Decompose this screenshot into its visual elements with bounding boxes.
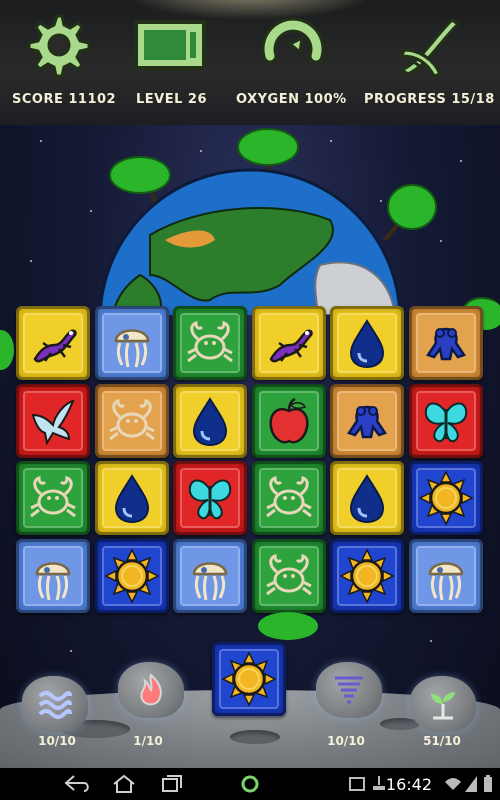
powerup-water-count: 10/10 bbox=[38, 734, 76, 748]
sun-icon bbox=[418, 470, 474, 526]
app-indicator-icon bbox=[241, 775, 259, 793]
battery-status-icon bbox=[484, 775, 492, 792]
back-icon[interactable] bbox=[62, 774, 92, 794]
fire-icon bbox=[140, 673, 162, 706]
jellyfish-icon bbox=[428, 562, 464, 601]
sun-icon bbox=[221, 651, 277, 707]
lizard-icon bbox=[269, 329, 313, 363]
board-tile[interactable] bbox=[330, 539, 404, 613]
bush-bottom bbox=[258, 612, 318, 640]
board-tile[interactable] bbox=[16, 539, 90, 613]
board-tile[interactable] bbox=[95, 539, 169, 613]
next-tile[interactable] bbox=[212, 642, 286, 716]
jellyfish-icon bbox=[192, 562, 228, 601]
water-drop-icon bbox=[114, 474, 150, 524]
board-tile[interactable] bbox=[252, 306, 326, 380]
dna-icon[interactable] bbox=[392, 10, 462, 80]
board-tile[interactable] bbox=[252, 384, 326, 458]
powerup-fire-count: 1/10 bbox=[133, 734, 163, 748]
jellyfish-icon bbox=[35, 562, 71, 601]
wave-icon bbox=[38, 691, 72, 719]
board-tile[interactable] bbox=[173, 306, 247, 380]
lizard-icon bbox=[33, 329, 77, 363]
board-tile[interactable] bbox=[409, 461, 483, 535]
powerup-water[interactable] bbox=[22, 676, 88, 732]
powerup-sprout-count: 51/10 bbox=[423, 734, 461, 748]
board-tile[interactable] bbox=[95, 306, 169, 380]
board-tile[interactable] bbox=[409, 384, 483, 458]
bird-icon bbox=[31, 399, 75, 446]
system-nav-bar: 16:42 bbox=[0, 768, 500, 800]
clock: 16:42 bbox=[385, 775, 432, 794]
image-notification-icon bbox=[349, 777, 365, 791]
powerup-sprout[interactable] bbox=[410, 676, 476, 732]
wifi-icon bbox=[445, 778, 461, 790]
score-label: SCORE 11102 bbox=[12, 92, 117, 107]
powerup-fire[interactable] bbox=[118, 662, 184, 718]
board-tile[interactable] bbox=[16, 384, 90, 458]
board-tile[interactable] bbox=[95, 461, 169, 535]
recent-apps-icon[interactable] bbox=[160, 774, 184, 794]
board-tile[interactable] bbox=[330, 461, 404, 535]
level-label: LEVEL 26 bbox=[136, 92, 208, 107]
bush-left bbox=[0, 330, 14, 370]
sun-icon bbox=[339, 548, 395, 604]
game-board bbox=[16, 306, 483, 624]
water-drop-icon bbox=[192, 397, 228, 447]
crab-icon bbox=[266, 475, 312, 518]
board-tile[interactable] bbox=[173, 384, 247, 458]
sun-icon bbox=[104, 548, 160, 604]
oxygen-label: OXYGEN 100% bbox=[236, 92, 347, 107]
refresh-icon[interactable] bbox=[258, 10, 328, 80]
signal-icon bbox=[465, 776, 477, 792]
board-tile[interactable] bbox=[409, 539, 483, 613]
board-tile[interactable] bbox=[330, 306, 404, 380]
board-tile[interactable] bbox=[173, 461, 247, 535]
water-drop-icon bbox=[349, 319, 385, 369]
board-tile[interactable] bbox=[252, 461, 326, 535]
home-icon[interactable] bbox=[112, 774, 136, 794]
board-tile[interactable] bbox=[95, 384, 169, 458]
stats-bar: SCORE 11102 LEVEL 26 OXYGEN 100% PROGRES… bbox=[0, 92, 500, 112]
board-tile[interactable] bbox=[330, 384, 404, 458]
battery-icon[interactable] bbox=[130, 10, 210, 80]
board-tile[interactable] bbox=[252, 539, 326, 613]
frog-icon bbox=[347, 405, 387, 439]
board-tile[interactable] bbox=[173, 539, 247, 613]
butterfly-icon bbox=[424, 402, 468, 443]
board-tile[interactable] bbox=[16, 306, 90, 380]
progress-label: PROGRESS 15/18 bbox=[364, 92, 495, 107]
sprout-icon bbox=[431, 692, 455, 720]
frog-icon bbox=[426, 327, 466, 361]
water-drop-icon bbox=[349, 474, 385, 524]
board-tile[interactable] bbox=[409, 306, 483, 380]
tornado-icon bbox=[335, 676, 363, 704]
crab-icon bbox=[30, 475, 76, 518]
crab-icon bbox=[187, 320, 233, 363]
gear-icon[interactable] bbox=[22, 10, 92, 80]
board-tile[interactable] bbox=[16, 461, 90, 535]
planet-earth bbox=[0, 125, 500, 472]
butterfly-icon bbox=[188, 479, 232, 520]
powerup-tornado[interactable] bbox=[316, 662, 382, 718]
powerup-tornado-count: 10/10 bbox=[327, 734, 365, 748]
crab-icon bbox=[109, 398, 155, 441]
jellyfish-icon bbox=[114, 329, 150, 368]
apple-icon bbox=[269, 397, 309, 444]
crab-icon bbox=[266, 553, 312, 596]
top-toolbar: SCORE 11102 LEVEL 26 OXYGEN 100% PROGRES… bbox=[0, 0, 500, 125]
